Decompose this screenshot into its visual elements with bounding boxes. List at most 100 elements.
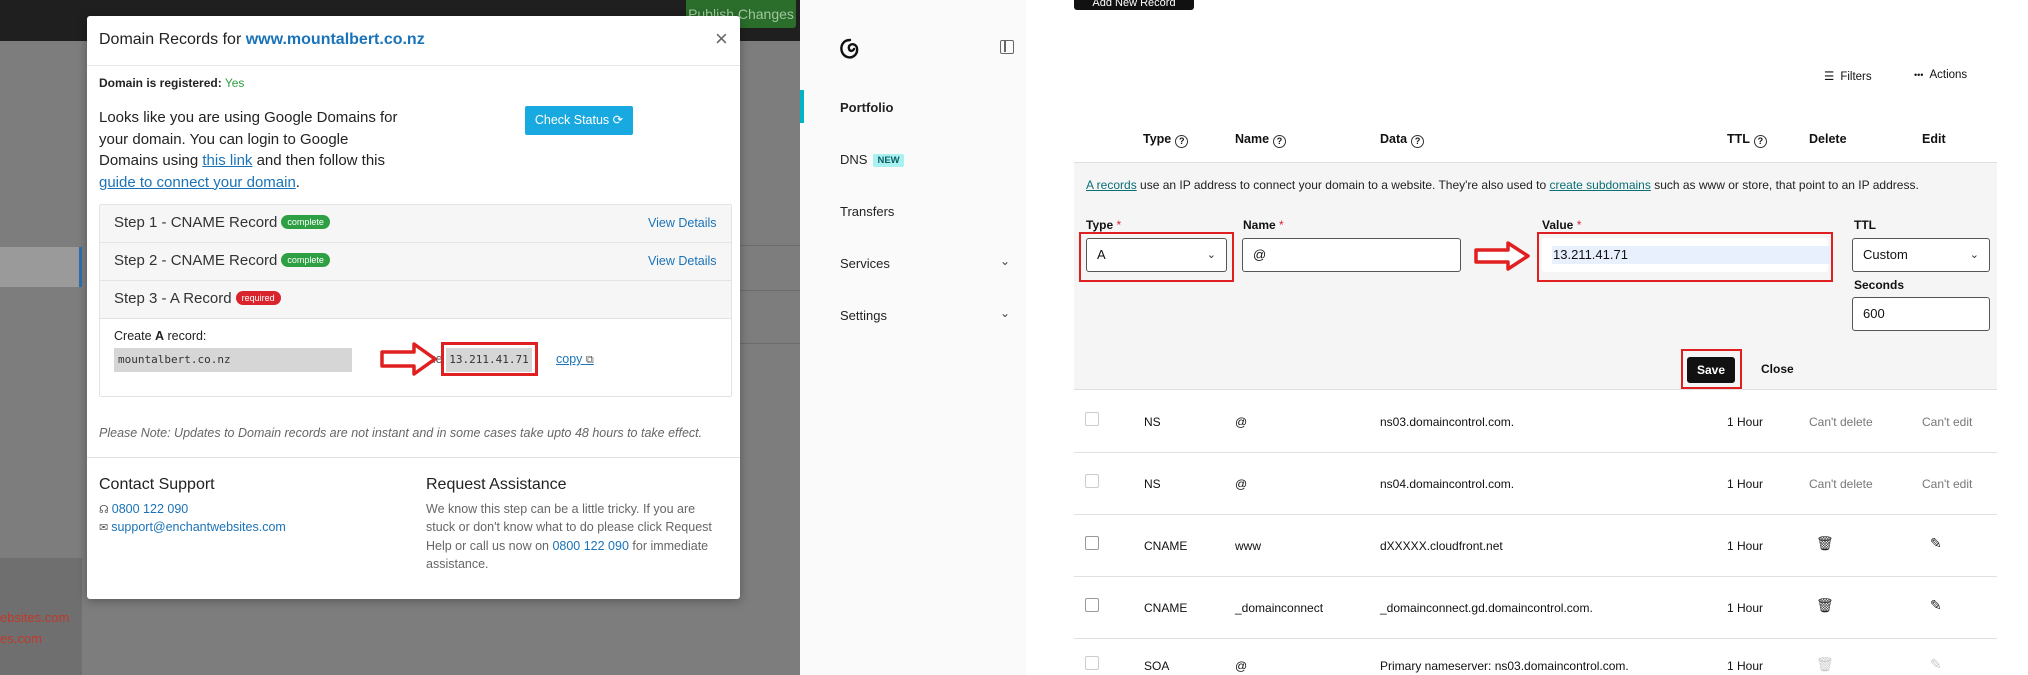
contact-support-title: Contact Support [99,476,215,493]
collapse-sidebar-icon[interactable] [1000,40,1014,54]
copy-link[interactable]: copy ⧉ [556,352,594,367]
domain-records-modal: Domain Records for www.mountalbert.co.nz… [87,16,740,599]
help-icon[interactable]: ? [1411,135,1425,148]
view-details-link[interactable]: View Details [648,216,717,230]
support-email[interactable]: support@enchantwebsites.com [111,520,286,534]
chevron-down-icon[interactable]: ⌄ [1000,306,1010,320]
record-type: A [155,329,165,343]
type-header-label: Type [1143,132,1172,146]
required-mark: * [1116,218,1122,232]
filters-label: Filters [1840,71,1872,83]
pencil-icon: ✎ [1930,656,1942,672]
pencil-icon[interactable]: ✎ [1930,597,1942,614]
trash-icon[interactable]: 🗑 [1816,535,1834,552]
record-data: Primary nameserver: ns03.domaincontrol.c… [1380,659,1629,673]
intro-text-3: . [295,173,300,191]
left-panel: Publish Changes ebsites.com es.com Domai… [0,0,800,675]
create-subdomains-link[interactable]: create subdomains [1549,178,1650,192]
background-link[interactable]: ebsites.com [0,610,69,625]
row-checkbox[interactable] [1085,598,1099,612]
actions-label: Actions [1929,69,1968,81]
sidebar-item-settings[interactable]: Settings [840,308,887,323]
value-field-label: Value * [1542,218,1581,232]
email-line[interactable]: ✉ support@enchantwebsites.com [99,520,286,534]
close-icon[interactable]: × [715,26,728,52]
create-prefix: Create [114,329,155,343]
name-label: Name [1243,218,1276,232]
support-phone[interactable]: 0800 122 090 [112,502,188,516]
value-input[interactable]: 13.211.41.71 [1542,238,1831,272]
add-new-record-button[interactable]: Add New Record [1074,0,1194,10]
step-3-label: Step 3 - A Record [114,290,232,307]
trash-icon[interactable]: 🗑 [1816,597,1834,614]
google-domains-link[interactable]: this link [202,152,252,169]
phone-line[interactable]: ☊ 0800 122 090 [99,502,188,516]
sidebar-item-services[interactable]: Services [840,256,890,271]
highlight-box [441,342,538,376]
step-label: Step 1 - CNAME Record complete [114,214,330,231]
help-icon[interactable]: ? [1273,135,1287,148]
record-name: www [1235,539,1261,553]
ttl-field-label: TTL [1854,218,1876,232]
step-row: Step 3 - A Record required [100,281,731,319]
column-header-type: Type? [1143,132,1189,148]
background-nav-item [0,247,82,287]
save-button[interactable]: Save [1687,357,1735,383]
domain-link[interactable]: www.mountalbert.co.nz [246,31,425,48]
filters-button[interactable]: ☰ Filters [1824,69,1872,83]
steps-panel: Step 1 - CNAME Record complete View Detai… [99,204,732,397]
name-header-label: Name [1235,132,1270,146]
record-data: ns03.domaincontrol.com. [1380,415,1515,429]
row-checkbox[interactable] [1085,536,1099,550]
request-phone[interactable]: 0800 122 090 [552,539,628,553]
seconds-field-label: Seconds [1854,278,1905,292]
pencil-icon[interactable]: ✎ [1930,535,1942,552]
record-type: CNAME [1144,539,1188,553]
copy-icon[interactable]: ⧉ [586,354,594,366]
ttl-select-value: Custom [1863,247,1908,262]
modal-divider [87,457,740,458]
chevron-down-icon: ⌄ [1969,249,1979,261]
table-row: NS @ ns04.domaincontrol.com. 1 Hour Can'… [1074,453,1997,515]
active-indicator [800,90,804,123]
sidebar-item-transfers[interactable]: Transfers [840,204,894,219]
sidebar-item-portfolio[interactable]: Portfolio [840,100,893,115]
request-assistance-title: Request Assistance [426,476,567,493]
column-header-edit: Edit [1922,132,1946,146]
row-checkbox[interactable] [1085,474,1099,488]
copy-label: copy [556,352,583,366]
background-link[interactable]: es.com [0,631,42,646]
table-row: SOA @ Primary nameserver: ns03.domaincon… [1074,639,1997,675]
table-row: CNAME _domainconnect _domainconnect.gd.d… [1074,577,1997,639]
type-select[interactable]: A ⌄ [1086,238,1227,272]
connect-guide-link[interactable]: guide to connect your domain [99,174,296,191]
row-checkbox[interactable] [1085,656,1099,670]
host-value-box[interactable]: mountalbert.co.nz [114,348,352,372]
record-data: _domainconnect.gd.domaincontrol.com. [1380,601,1593,615]
actions-button[interactable]: ••• Actions [1914,69,1967,81]
help-icon[interactable]: ? [1175,135,1189,148]
ttl-header-label: TTL [1727,132,1750,146]
modal-title-prefix: Domain Records for [99,31,242,48]
record-ttl: 1 Hour [1727,415,1764,429]
ttl-select[interactable]: Custom ⌄ [1852,238,1990,272]
seconds-input[interactable]: 600 [1852,297,1990,331]
status-badge: complete [281,215,330,229]
close-button[interactable]: Close [1761,362,1794,376]
table-row: NS @ ns03.domaincontrol.com. 1 Hour Can'… [1074,391,1997,453]
info-text-2: such as www or store, that point to an I… [1650,178,1919,192]
chevron-down-icon[interactable]: ⌄ [1000,254,1010,268]
row-checkbox[interactable] [1085,412,1099,426]
view-details-link[interactable]: View Details [648,254,717,268]
name-input[interactable]: @ [1242,238,1461,272]
help-icon[interactable]: ? [1753,135,1767,148]
dns-label: DNS [840,152,868,167]
step-2-label: Step 2 - CNAME Record [114,252,278,269]
red-arrow-icon [1474,241,1530,271]
cant-edit-label: Can't edit [1922,415,1973,429]
sidebar-item-dns[interactable]: DNS NEW [840,152,904,167]
registration-status: Domain is registered: Yes [99,76,244,90]
check-status-button[interactable]: Check Status ⟳ [525,106,633,135]
record-name: _domainconnect [1235,601,1324,615]
a-records-link[interactable]: A records [1086,178,1137,192]
